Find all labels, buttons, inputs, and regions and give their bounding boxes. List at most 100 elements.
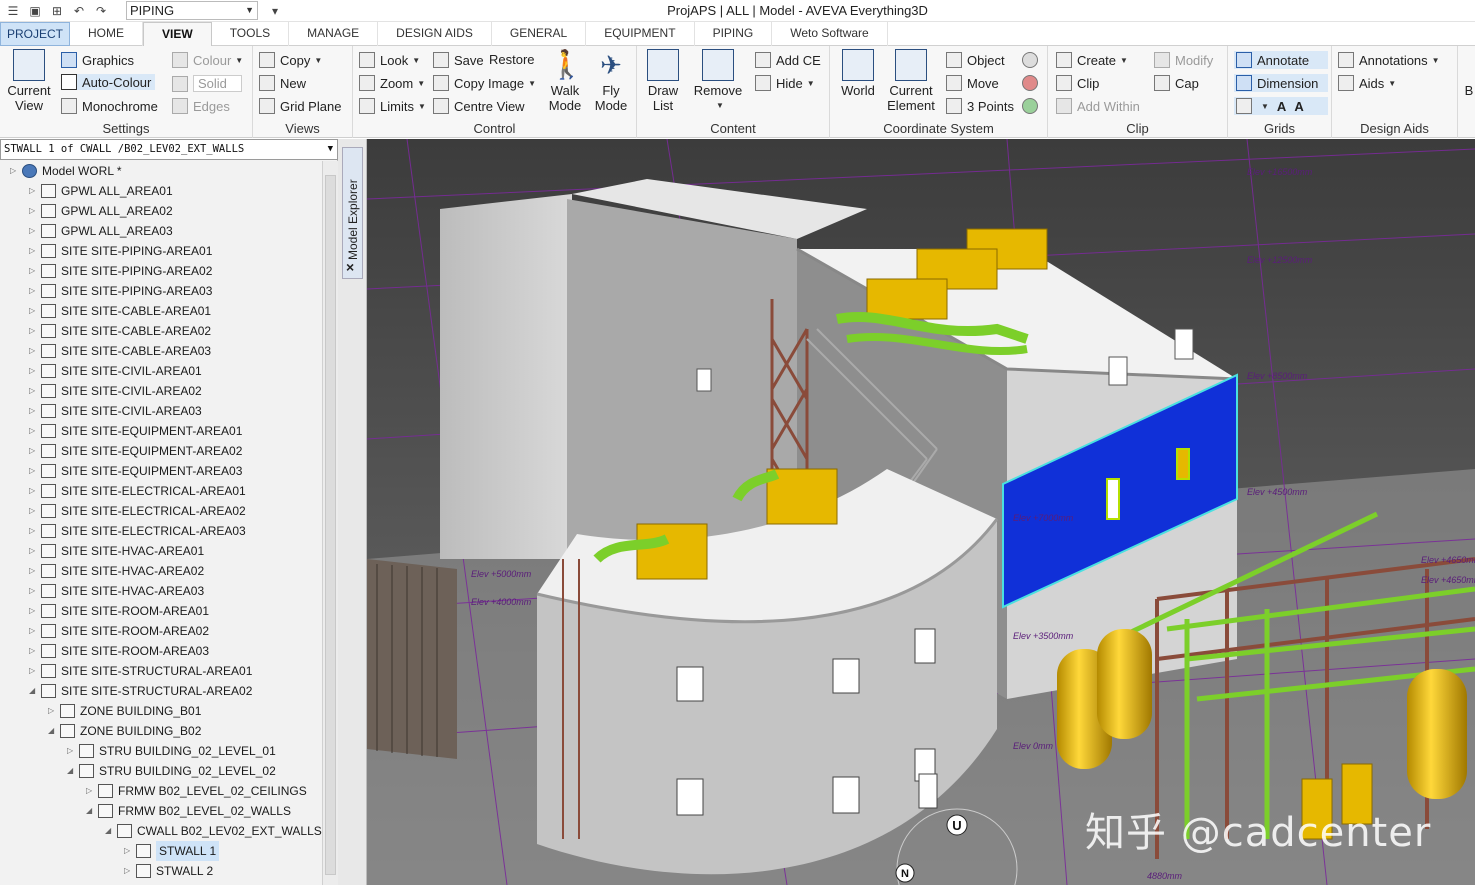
colour-button[interactable]: Colour ▼ [172, 52, 243, 68]
redo-icon[interactable]: ↷ [92, 3, 110, 19]
add-within-button[interactable]: Add Within [1056, 98, 1140, 114]
tree-row[interactable]: ◢ CWALL B02_LEV02_EXT_WALLS [0, 821, 322, 841]
sphere-icon[interactable] [1022, 52, 1043, 68]
model-icon[interactable]: ⊞ [48, 3, 66, 19]
tree-row[interactable]: ▷ GPWL ALL_AREA03 [0, 221, 322, 241]
expand-icon[interactable]: ▷ [29, 181, 35, 201]
expand-icon[interactable]: ▷ [29, 641, 35, 661]
copy-view-button[interactable]: Copy ▼ [259, 52, 322, 68]
grid-text-tools[interactable]: ▼ A A [1234, 97, 1328, 115]
current-view-button[interactable]: Current View [4, 49, 54, 113]
tab-equipment[interactable]: EQUIPMENT [586, 22, 695, 46]
tree-row[interactable]: ▷ SITE SITE-CIVIL-AREA02 [0, 381, 322, 401]
limits-button[interactable]: Limits ▼ [359, 98, 426, 114]
annotations-button[interactable]: Annotations ▼ [1338, 52, 1440, 68]
tree-row[interactable]: ▷ FRMW B02_LEVEL_02_CEILINGS [0, 781, 322, 801]
tree-row[interactable]: ▷ SITE SITE-EQUIPMENT-AREA02 [0, 441, 322, 461]
auto-colour-button[interactable]: Auto-Colour [61, 74, 156, 90]
expand-icon[interactable]: ▷ [29, 201, 35, 221]
expand-icon[interactable]: ▷ [29, 461, 35, 481]
expand-icon[interactable]: ▷ [29, 341, 35, 361]
edges-button[interactable]: Edges [172, 98, 230, 114]
red-sphere-icon[interactable] [1022, 75, 1043, 91]
tab-view[interactable]: VIEW [143, 22, 212, 46]
tree-row[interactable]: ▷ SITE SITE-HVAC-AREA02 [0, 561, 322, 581]
draw-list-button[interactable]: Draw List [643, 49, 683, 113]
tab-tools[interactable]: TOOLS [212, 22, 290, 46]
tree-row[interactable]: ◢ STRU BUILDING_02_LEVEL_02 [0, 761, 322, 781]
aids-button[interactable]: Aids ▼ [1338, 75, 1396, 91]
tree-row[interactable]: ▷ SITE SITE-CIVIL-AREA03 [0, 401, 322, 421]
collapse-icon[interactable]: ◢ [29, 681, 35, 701]
clip-button[interactable]: Clip [1056, 75, 1099, 91]
zoom-button[interactable]: Zoom ▼ [359, 75, 425, 91]
tab-home[interactable]: HOME [70, 22, 144, 46]
expand-icon[interactable]: ▷ [29, 481, 35, 501]
tree-row[interactable]: ◢ SITE SITE-STRUCTURAL-AREA02 [0, 681, 322, 701]
expand-icon[interactable]: ▷ [67, 741, 73, 761]
object-button[interactable]: Object [946, 52, 1005, 68]
tree-row[interactable]: ▷ SITE SITE-PIPING-AREA02 [0, 261, 322, 281]
remove-button[interactable]: Remove ▼ [693, 49, 743, 113]
expand-icon[interactable]: ▷ [29, 361, 35, 381]
tree-row[interactable]: ▷ GPWL ALL_AREA01 [0, 181, 322, 201]
tree-row[interactable]: ▷ STWALL 1 [0, 841, 322, 861]
collapse-icon[interactable]: ◢ [86, 801, 92, 821]
modify-clip-button[interactable]: Modify [1154, 52, 1213, 68]
tree-row[interactable]: ▷ SITE SITE-CABLE-AREA02 [0, 321, 322, 341]
collapse-icon[interactable]: ◢ [67, 761, 73, 781]
customize-toolbar-icon[interactable]: ▾ [266, 3, 284, 19]
expand-icon[interactable]: ▷ [29, 281, 35, 301]
expand-icon[interactable]: ▷ [29, 401, 35, 421]
expand-icon[interactable]: ▷ [86, 781, 92, 801]
text-increase-icon[interactable]: A [1277, 99, 1286, 114]
expand-icon[interactable]: ▷ [29, 381, 35, 401]
tree-row[interactable]: ▷ STWALL 2 [0, 861, 322, 881]
3d-viewport[interactable]: U N Elev +16500mm Elev +12500mm Elev +85… [367, 139, 1475, 885]
expand-icon[interactable]: ▷ [124, 841, 130, 861]
tree-row[interactable]: ▷ SITE SITE-ELECTRICAL-AREA03 [0, 521, 322, 541]
close-icon[interactable]: × [346, 259, 354, 275]
expand-icon[interactable]: ▷ [29, 601, 35, 621]
hide-button[interactable]: Hide ▼ [755, 75, 815, 91]
expand-icon[interactable]: ▷ [48, 701, 54, 721]
move-button[interactable]: Move [946, 75, 999, 91]
centre-view-button[interactable]: Centre View [433, 98, 525, 114]
grid-plane-button[interactable]: Grid Plane [259, 98, 341, 114]
expand-icon[interactable]: ▷ [29, 321, 35, 341]
tree-scrollbar[interactable] [322, 161, 338, 885]
tree-row[interactable]: ▷ SITE SITE-ROOM-AREA02 [0, 621, 322, 641]
expand-icon[interactable]: ▷ [10, 161, 16, 181]
expand-icon[interactable]: ▷ [124, 861, 130, 881]
tree-row[interactable]: ▷ SITE SITE-CABLE-AREA03 [0, 341, 322, 361]
tree-row[interactable]: ▷ STRU BUILDING_02_LEVEL_01 [0, 741, 322, 761]
overflow-ribbon-button[interactable]: B [1462, 49, 1475, 98]
tree-row[interactable]: ▷ SITE SITE-CIVIL-AREA01 [0, 361, 322, 381]
current-element-button[interactable]: Current Element [886, 49, 936, 113]
tree-row[interactable]: ▷ SITE SITE-PIPING-AREA01 [0, 241, 322, 261]
add-ce-button[interactable]: Add CE [755, 52, 821, 68]
tab-general[interactable]: GENERAL [492, 22, 587, 46]
tree-row[interactable]: ▷ Model WORL * [0, 161, 322, 181]
collapse-icon[interactable]: ◢ [48, 721, 54, 741]
tree-row[interactable]: ▷ SITE SITE-EQUIPMENT-AREA03 [0, 461, 322, 481]
tab-manage[interactable]: MANAGE [289, 22, 379, 46]
tree-row[interactable]: ▷ SITE SITE-ROOM-AREA03 [0, 641, 322, 661]
tree-row[interactable]: ▷ GPWL ALL_AREA02 [0, 201, 322, 221]
tree-row[interactable]: ▷ SITE SITE-ELECTRICAL-AREA01 [0, 481, 322, 501]
expand-icon[interactable]: ▷ [29, 621, 35, 641]
annotate-button[interactable]: Annotate [1234, 51, 1328, 69]
create-clip-button[interactable]: Create ▼ [1056, 52, 1128, 68]
fly-mode-button[interactable]: ✈ Fly Mode [591, 49, 631, 113]
tree-row[interactable]: ▷ SITE SITE-PIPING-AREA03 [0, 281, 322, 301]
element-breadcrumb[interactable]: STWALL 1 of CWALL /B02_LEV02_EXT_WALLS ▼ [0, 139, 338, 160]
tab-weto-software[interactable]: Weto Software [772, 22, 888, 46]
tree-row[interactable]: ▷ SITE SITE-ELECTRICAL-AREA02 [0, 501, 322, 521]
expand-icon[interactable]: ▷ [29, 661, 35, 681]
copy-image-button[interactable]: Copy Image ▼ [433, 75, 536, 91]
expand-icon[interactable]: ▷ [29, 241, 35, 261]
expand-icon[interactable]: ▷ [29, 261, 35, 281]
expand-icon[interactable]: ▷ [29, 501, 35, 521]
tree-row[interactable]: ▷ SITE SITE-EQUIPMENT-AREA01 [0, 421, 322, 441]
scrollbar-thumb[interactable] [325, 175, 336, 875]
